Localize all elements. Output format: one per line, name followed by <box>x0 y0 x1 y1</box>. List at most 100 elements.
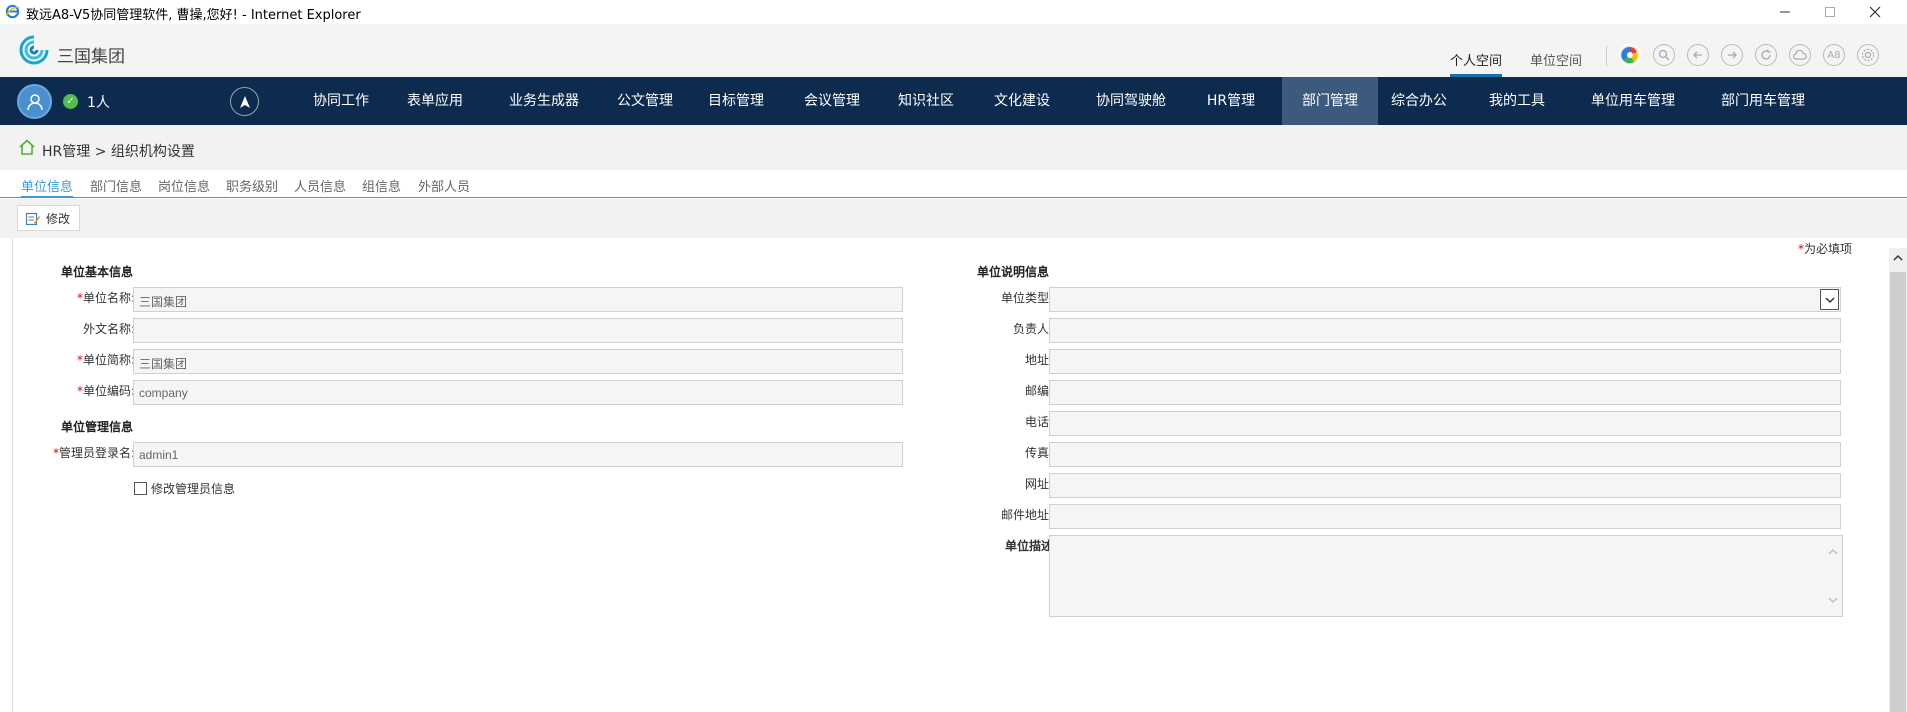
edit-icon <box>25 212 40 225</box>
section-title-basic: 单位基本信息 <box>61 265 134 279</box>
maximize-button[interactable] <box>1808 0 1852 24</box>
internet-explorer-icon <box>5 4 20 19</box>
page-scrollbar[interactable] <box>1889 248 1907 712</box>
section-title-manage: 单位管理信息 <box>61 420 134 434</box>
short-name-input[interactable]: 三国集团 <box>133 349 903 374</box>
subtab-6[interactable]: 外部人员 <box>418 176 470 198</box>
online-count[interactable]: 1人 <box>87 92 110 112</box>
subtab-0[interactable]: 单位信息 <box>21 176 74 198</box>
a8-icon[interactable]: A8 <box>1823 44 1845 66</box>
nav-item-2[interactable]: 业务生成器 <box>494 77 594 125</box>
website-label: 网址: <box>1024 477 1053 491</box>
tab-unit-space[interactable]: 单位空间 <box>1530 50 1582 77</box>
nav-item-1[interactable]: 表单应用 <box>394 77 476 125</box>
close-button[interactable] <box>1853 0 1897 24</box>
subtab-3[interactable]: 职务级别 <box>226 176 278 198</box>
subtab-bar: 单位信息 部门信息 岗位信息 职务级别 人员信息 组信息 外部人员 <box>0 170 1907 198</box>
owner-input[interactable] <box>1049 318 1841 343</box>
zip-input[interactable] <box>1049 380 1841 405</box>
unit-name-input[interactable]: 三国集团 <box>133 287 903 312</box>
subtab-2[interactable]: 岗位信息 <box>158 176 210 198</box>
website-input[interactable] <box>1049 473 1841 498</box>
nav-item-12[interactable]: 我的工具 <box>1476 77 1558 125</box>
nav-item-0[interactable]: 协同工作 <box>300 77 382 125</box>
a8-label: A8 <box>1827 49 1841 61</box>
online-status-icon: ✓ <box>63 94 78 109</box>
edit-button-label: 修改 <box>46 211 71 226</box>
nav-item-6[interactable]: 知识社区 <box>885 77 967 125</box>
window-title: 致远A8-V5协同管理软件, 曹操,您好! - Internet Explore… <box>26 8 361 23</box>
brand-name: 三国集团 <box>57 47 125 67</box>
textarea-scroll-down-icon[interactable] <box>1828 596 1838 604</box>
foreign-name-label: 外文名称: <box>82 322 135 336</box>
window-titlebar: 致远A8-V5协同管理软件, 曹操,您好! - Internet Explore… <box>0 0 1907 24</box>
form-content: *为必填项 单位基本信息 *单位名称: 三国集团 外文名称: *单位简称: 三国… <box>12 238 1889 712</box>
company-logo <box>19 35 49 65</box>
modify-admin-checkbox[interactable] <box>134 482 147 495</box>
nav-item-13[interactable]: 单位用车管理 <box>1576 77 1690 125</box>
nav-item-10[interactable]: 部门管理 <box>1282 77 1378 125</box>
forward-icon[interactable] <box>1721 44 1743 66</box>
toolbar: 修改 <box>0 199 1907 238</box>
fax-label: 传真: <box>1024 446 1053 460</box>
description-label: 单位描述 <box>1004 539 1053 553</box>
modify-admin-label: 修改管理员信息 <box>151 482 236 496</box>
email-input[interactable] <box>1049 504 1841 529</box>
scroll-up-icon[interactable] <box>1889 248 1907 268</box>
home-icon[interactable] <box>18 139 36 155</box>
app-header: 三国集团 个人空间 单位空间 A8 <box>0 24 1907 77</box>
short-name-label: *单位简称: <box>76 353 135 367</box>
maximize-icon <box>1825 7 1835 17</box>
nav-item-9[interactable]: HR管理 <box>1190 77 1272 125</box>
unit-name-label: *单位名称: <box>76 291 135 305</box>
subtab-4[interactable]: 人员信息 <box>294 176 346 198</box>
description-textarea[interactable] <box>1049 535 1843 617</box>
color-wheel-icon[interactable] <box>1619 44 1641 66</box>
navigation-arrow-icon[interactable] <box>230 87 259 116</box>
breadcrumb: HR管理 > 组织机构设置 <box>42 144 195 160</box>
breadcrumb-bar: HR管理 > 组织机构设置 <box>0 125 1907 170</box>
refresh-icon[interactable] <box>1755 44 1777 66</box>
email-label: 邮件地址: <box>1000 508 1053 522</box>
nav-item-14[interactable]: 部门用车管理 <box>1706 77 1820 125</box>
nav-item-7[interactable]: 文化建设 <box>981 77 1063 125</box>
user-avatar[interactable] <box>17 84 52 119</box>
back-icon[interactable] <box>1687 44 1709 66</box>
address-input[interactable] <box>1049 349 1841 374</box>
cloud-icon[interactable] <box>1789 44 1811 66</box>
nav-item-5[interactable]: 会议管理 <box>791 77 873 125</box>
unit-type-label: 单位类型: <box>1000 291 1053 305</box>
subtab-1[interactable]: 部门信息 <box>90 176 142 198</box>
unit-code-input[interactable]: company <box>133 380 903 405</box>
edit-button[interactable]: 修改 <box>17 205 80 231</box>
admin-login-label: *管理员登录名: <box>52 446 135 460</box>
main-navbar: ✓ 1人 协同工作 表单应用 业务生成器 公文管理 目标管理 会议管理 知识社区 文化建设 协同… <box>0 77 1907 125</box>
header-divider <box>1606 46 1607 66</box>
required-note: *为必填项 <box>1798 242 1853 256</box>
section-title-description: 单位说明信息 <box>977 265 1050 279</box>
foreign-name-input[interactable] <box>133 318 903 343</box>
user-icon <box>26 93 43 110</box>
minimize-button[interactable] <box>1763 0 1807 24</box>
fax-input[interactable] <box>1049 442 1841 467</box>
subtab-5[interactable]: 组信息 <box>362 176 401 198</box>
nav-item-8[interactable]: 协同驾驶舱 <box>1081 77 1181 125</box>
nav-item-3[interactable]: 公文管理 <box>604 77 686 125</box>
textarea-scroll-up-icon[interactable] <box>1828 548 1838 556</box>
admin-login-input[interactable]: admin1 <box>133 442 903 467</box>
phone-input[interactable] <box>1049 411 1841 436</box>
unit-code-label: *单位编码: <box>76 384 135 398</box>
settings-icon[interactable] <box>1857 44 1879 66</box>
owner-label: 负责人: <box>1012 322 1053 336</box>
close-icon <box>1869 6 1881 18</box>
search-icon[interactable] <box>1653 44 1675 66</box>
chevron-down-icon[interactable] <box>1820 289 1839 310</box>
zip-label: 邮编: <box>1024 384 1053 398</box>
minimize-icon <box>1780 11 1790 13</box>
nav-item-11[interactable]: 综合办公 <box>1378 77 1460 125</box>
address-label: 地址: <box>1024 353 1053 367</box>
scrollbar-thumb[interactable] <box>1890 272 1906 712</box>
unit-type-select[interactable] <box>1049 287 1841 312</box>
nav-item-4[interactable]: 目标管理 <box>695 77 777 125</box>
tab-personal-space[interactable]: 个人空间 <box>1450 50 1503 77</box>
